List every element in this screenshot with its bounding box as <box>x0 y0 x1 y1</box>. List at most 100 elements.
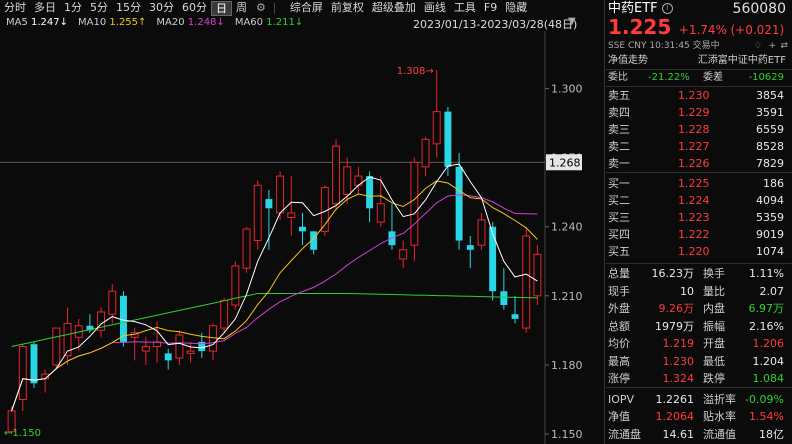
toolbar-action[interactable]: 隐藏 <box>501 0 531 16</box>
candle[interactable] <box>130 328 139 361</box>
candle[interactable] <box>253 180 262 250</box>
candle[interactable] <box>52 327 61 370</box>
stat-label: 换手 <box>703 267 725 280</box>
stat-value: 2.07 <box>759 284 785 298</box>
candle[interactable] <box>399 240 408 269</box>
candle[interactable] <box>265 189 273 250</box>
book-price: 1.223 <box>678 211 710 224</box>
high-marker: 1.308→ <box>397 66 434 77</box>
candle[interactable] <box>477 212 486 250</box>
book-price: 1.226 <box>678 157 710 170</box>
book-row[interactable]: 买二 1.224 4094 <box>608 193 790 209</box>
period-tab[interactable]: 1分 <box>60 0 86 16</box>
candlestick-chart[interactable]: 1.3001.2701.2401.2101.1801.1501.2681.308… <box>0 31 604 444</box>
candle[interactable] <box>522 226 531 333</box>
candle[interactable] <box>421 136 430 177</box>
candle[interactable] <box>332 139 340 211</box>
stat-row: 总量 16.23万 换手 1.11% <box>608 266 790 282</box>
candle[interactable] <box>299 212 306 246</box>
period-tab[interactable]: 日 <box>211 0 232 16</box>
stat-value: 1.219 <box>662 337 695 350</box>
nav-trend-link[interactable]: 净值走势 <box>608 55 648 66</box>
book-price: 1.228 <box>678 123 710 136</box>
book-row[interactable]: 买三 1.223 5359 <box>608 210 790 226</box>
toolbar-action[interactable]: 前复权 <box>327 0 368 16</box>
ma60-line <box>11 293 538 347</box>
book-volume: 3854 <box>756 89 784 102</box>
ma-value: 1.248↓ <box>187 17 225 28</box>
book-price: 1.220 <box>678 245 710 258</box>
candle[interactable] <box>18 344 27 411</box>
plus-icon[interactable]: + <box>768 40 776 52</box>
book-row[interactable]: 卖二 1.227 8528 <box>608 139 790 155</box>
stat-row: 总额 1979万 振幅 2.16% <box>608 319 790 335</box>
candle[interactable] <box>500 268 508 310</box>
candle[interactable] <box>30 341 38 388</box>
book-row[interactable]: 卖四 1.229 3591 <box>608 105 790 121</box>
candle[interactable] <box>242 226 251 273</box>
stat-label: 量比 <box>703 284 725 298</box>
y-tick-label: 1.210 <box>551 290 583 303</box>
book-label: 卖四 <box>608 106 630 119</box>
stat-label: IOPV <box>608 393 635 406</box>
candle[interactable] <box>220 298 229 333</box>
ma-label: MA5 <box>6 17 32 28</box>
book-row[interactable]: 买一 1.225 186 <box>608 176 790 192</box>
candle[interactable] <box>231 261 240 310</box>
toolbar-action[interactable]: 综合屏 <box>286 0 327 16</box>
candle[interactable] <box>63 307 72 365</box>
stat-value: 9.26万 <box>658 302 695 315</box>
candle[interactable] <box>186 341 195 363</box>
book-label: 卖五 <box>608 89 630 102</box>
candle[interactable] <box>175 330 184 365</box>
date-range[interactable]: 2023/01/13-2023/03/28(48日) <box>413 16 577 32</box>
ma-legend-item: MA60 1.211↓ <box>235 17 303 31</box>
period-tab[interactable]: 周 <box>232 0 251 16</box>
candle[interactable] <box>164 348 172 370</box>
book-row[interactable]: 卖一 1.226 7829 <box>608 156 790 172</box>
period-tab[interactable]: 60分 <box>178 0 211 16</box>
ma-label: MA20 <box>156 17 188 28</box>
toolbar-action[interactable]: 超级叠加 <box>368 0 420 16</box>
ma-legend-item: MA5 1.247↓ <box>6 17 68 31</box>
book-volume: 186 <box>763 177 784 190</box>
stat-value: 2.16% <box>749 319 784 333</box>
change-abs: (+0.021) <box>730 23 785 37</box>
candle[interactable] <box>533 245 542 306</box>
candle[interactable] <box>120 291 127 347</box>
candle[interactable] <box>141 337 150 365</box>
period-tab[interactable]: 15分 <box>112 0 145 16</box>
stat-value: 1979万 <box>655 319 694 333</box>
period-toolbar: 分时 多日 1分 5分 15分 30分 60分日周 ⚙ 综合屏 前复权 超级叠加 画线 工具 F9 隐藏 <box>0 0 600 16</box>
period-tab[interactable]: 5分 <box>86 0 112 16</box>
candle[interactable] <box>511 295 519 324</box>
book-row[interactable]: 买四 1.222 9019 <box>608 227 790 243</box>
period-tab[interactable]: 30分 <box>145 0 178 16</box>
book-label: 买五 <box>608 245 630 258</box>
candle[interactable] <box>410 157 419 262</box>
candle[interactable] <box>388 203 396 250</box>
candle[interactable] <box>354 166 363 195</box>
gear-icon[interactable]: ⚙ <box>251 0 271 16</box>
candle[interactable] <box>466 235 474 269</box>
period-tab[interactable]: 多日 <box>30 0 60 16</box>
info-icon[interactable]: i <box>661 3 673 14</box>
period-tab[interactable]: 分时 <box>0 0 30 16</box>
weibi-value: -21.22% <box>648 72 690 83</box>
bell-icon[interactable]: ♢ <box>754 40 762 52</box>
price-row: 1.225 +1.74% (+0.021) <box>608 17 790 41</box>
toolbar-action[interactable]: 画线 <box>420 0 450 16</box>
candle[interactable] <box>74 318 83 352</box>
book-row[interactable]: 卖三 1.228 6559 <box>608 122 790 138</box>
book-row[interactable]: 卖五 1.230 3854 <box>608 88 790 104</box>
book-label: 卖一 <box>608 157 630 170</box>
toolbar-action[interactable]: 工具 <box>450 0 480 16</box>
book-row[interactable]: 买五 1.220 1074 <box>608 244 790 260</box>
candle[interactable] <box>432 70 441 158</box>
toolbar-action[interactable]: F9 <box>480 0 501 16</box>
candle[interactable] <box>287 176 296 236</box>
book-volume: 1074 <box>756 245 784 258</box>
caret-down-icon[interactable]: ▼ <box>568 16 576 27</box>
candle[interactable] <box>41 369 50 393</box>
compare-icon[interactable]: ⇄ <box>780 40 788 52</box>
